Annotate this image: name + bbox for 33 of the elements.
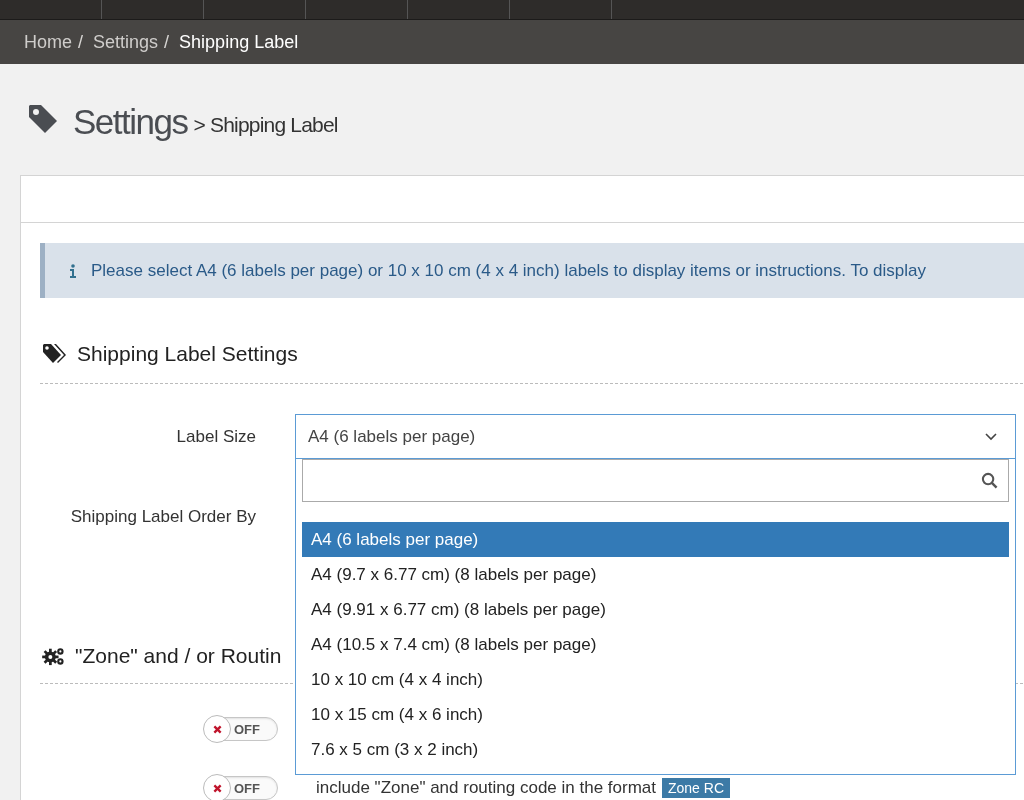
format-tag: Zone RC — [662, 778, 731, 798]
breadcrumb-link[interactable]: Home — [24, 31, 72, 53]
dropdown-option[interactable]: A4 (6 labels per page) — [302, 522, 1009, 557]
field-label: Shipping Label Order By — [69, 507, 256, 527]
close-icon — [212, 724, 222, 734]
page-title: Settings — [73, 101, 188, 142]
tag-icon — [27, 102, 59, 135]
dropdown-option[interactable]: 10 x 10 cm (4 x 4 inch) — [302, 662, 1009, 697]
section-heading: Shipping Label Settings — [77, 342, 298, 366]
breadcrumb-separator: / — [164, 31, 170, 53]
field-label: Label Size — [175, 426, 256, 447]
page-subtitle: > Shipping Label — [193, 112, 338, 137]
label-size-select[interactable]: A4 (6 labels per page) — [295, 414, 1016, 459]
toggle-switch[interactable]: OFF — [204, 776, 278, 800]
search-field[interactable] — [302, 459, 1009, 502]
chevron-down-icon — [985, 432, 997, 441]
search-icon — [981, 472, 998, 489]
toggle-switch[interactable]: OFF — [204, 717, 278, 741]
breadcrumb-separator: / — [78, 31, 84, 53]
dropdown-option[interactable]: A4 (9.91 x 6.77 cm) (8 labels per page) — [302, 592, 1009, 627]
breadcrumb-link[interactable]: Shipping Label — [179, 31, 299, 53]
dropdown-option[interactable]: A4 (9.7 x 6.77 cm) (8 labels per page) — [302, 557, 1009, 592]
tags-icon — [42, 343, 68, 365]
dropdown-option[interactable]: 7.6 x 5 cm (3 x 2 inch) — [302, 732, 1009, 767]
dropdown-option[interactable]: A4 (10.5 x 7.4 cm) (8 labels per page) — [302, 627, 1009, 662]
dropdown-option[interactable]: 10 x 15 cm (4 x 6 inch) — [302, 697, 1009, 732]
info-message: Please select A4 (6 labels per page) or 10 x 10 cm (4 x 4 inch) labels to display items or instructions. To display — [91, 260, 926, 281]
close-icon — [212, 783, 222, 793]
info-icon — [69, 263, 77, 278]
setting-description: include "Zone" and routing code in the format — [316, 778, 656, 798]
breadcrumb-link[interactable]: Settings — [93, 31, 159, 53]
gears-icon — [42, 646, 66, 666]
section-heading: "Zone" and / or Routin — [75, 644, 282, 668]
